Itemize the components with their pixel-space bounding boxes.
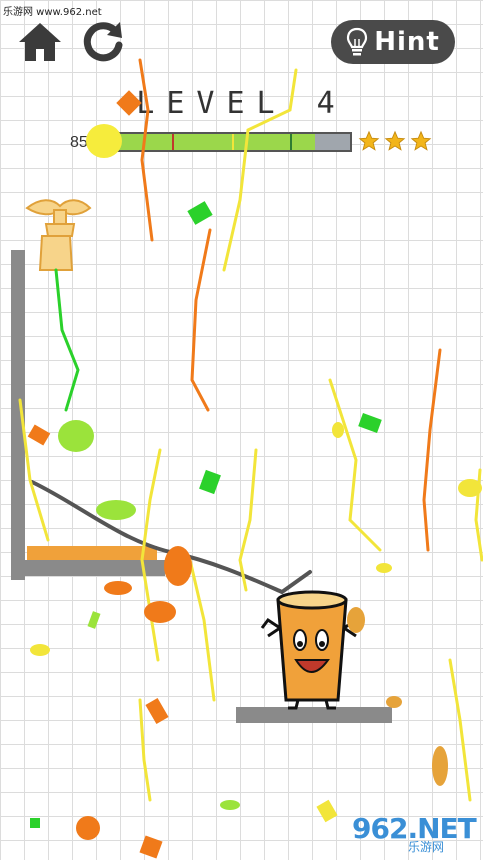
collected-liquid: [27, 546, 157, 560]
watermark-bottom: 962.NET 乐游网: [346, 808, 477, 854]
watermark-sub: 乐游网: [408, 840, 445, 854]
cup-character: [260, 590, 364, 710]
faucet-icon: [25, 199, 92, 271]
right-platform: [236, 707, 392, 723]
game-scene[interactable]: [0, 0, 483, 860]
